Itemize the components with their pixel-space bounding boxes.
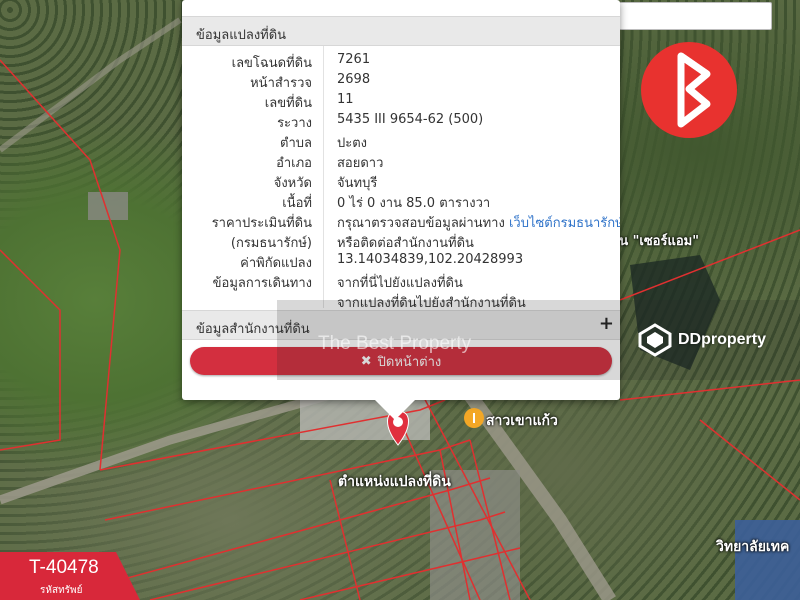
row-value: 2698 — [337, 72, 371, 87]
row-deed-number: เลขโฉนดที่ดิน 7261 — [182, 50, 620, 71]
poi-marker-icon[interactable] — [464, 408, 484, 428]
building — [735, 520, 800, 600]
map-label-parcel-position: ตำแหน่งแปลงที่ดิน — [338, 474, 451, 490]
row-area: เนื้อที่ 0 ไร่ 0 งาน 85.0 ตารางวา — [182, 190, 620, 211]
row-value: 11 — [337, 92, 354, 107]
row-treasury: (กรมธนารักษ์) หรือติดต่อสำนักงานที่ดิน — [182, 230, 620, 251]
land-info-table: เลขโฉนดที่ดิน 7261 หน้าสำรวจ 2698 เลขที่… — [182, 46, 620, 308]
ddproperty-text: DDproperty — [678, 331, 767, 348]
row-coordinates: ค่าพิกัดแปลง 13.14034839,102.20428993 — [182, 250, 620, 271]
watermark-text: The Best Property — [318, 333, 472, 354]
road — [0, 17, 182, 153]
row-appraisal: ราคาประเมินที่ดิน กรุณาตรวจสอบข้อมูลผ่าน… — [182, 210, 620, 231]
row-survey-page: หน้าสำรวจ 2698 — [182, 70, 620, 91]
land-info-title: ข้อมูลแปลงที่ดิน — [196, 28, 287, 43]
row-value: 7261 — [337, 52, 371, 67]
map-label-college: วิทยาลัยเทค — [716, 539, 790, 555]
property-code: T-40478 — [29, 557, 99, 578]
row-district: อำเภอ สอยดาว — [182, 150, 620, 171]
popup-pointer — [373, 398, 417, 420]
map-label-poi: สาวเขาแก้ว — [486, 413, 558, 429]
row-value: 5435 III 9654-62 (500) — [337, 112, 484, 127]
ddproperty-watermark: DDproperty — [638, 322, 766, 358]
row-land-number: เลขที่ดิน 11 — [182, 90, 620, 111]
land-info-header: ข้อมูลแปลงที่ดิน — [182, 16, 620, 46]
ddproperty-logo-icon — [638, 323, 672, 357]
treasury-website-link[interactable]: เว็บไซต์กรมธนารักษ์ — [509, 216, 620, 231]
row-subdistrict: ตำบล ปะตง — [182, 130, 620, 151]
appraisal-text: กรุณาตรวจสอบข้อมูลผ่านทาง — [337, 216, 505, 231]
row-map-sheet: ระวาง 5435 III 9654-62 (500) — [182, 110, 620, 131]
coordinates-link[interactable]: 13.14034839,102.20428993 — [337, 252, 523, 267]
property-code-caption: รหัสทรัพย์ — [40, 585, 83, 596]
row-province: จังหวัด จันทบุรี — [182, 170, 620, 191]
row-directions: ข้อมูลการเดินทาง จากที่นี่ไปยังแปลงที่ดิ… — [182, 270, 620, 291]
brand-logo-icon — [641, 42, 737, 138]
property-code-badge: T-40478 รหัสทรัพย์ — [0, 552, 140, 600]
